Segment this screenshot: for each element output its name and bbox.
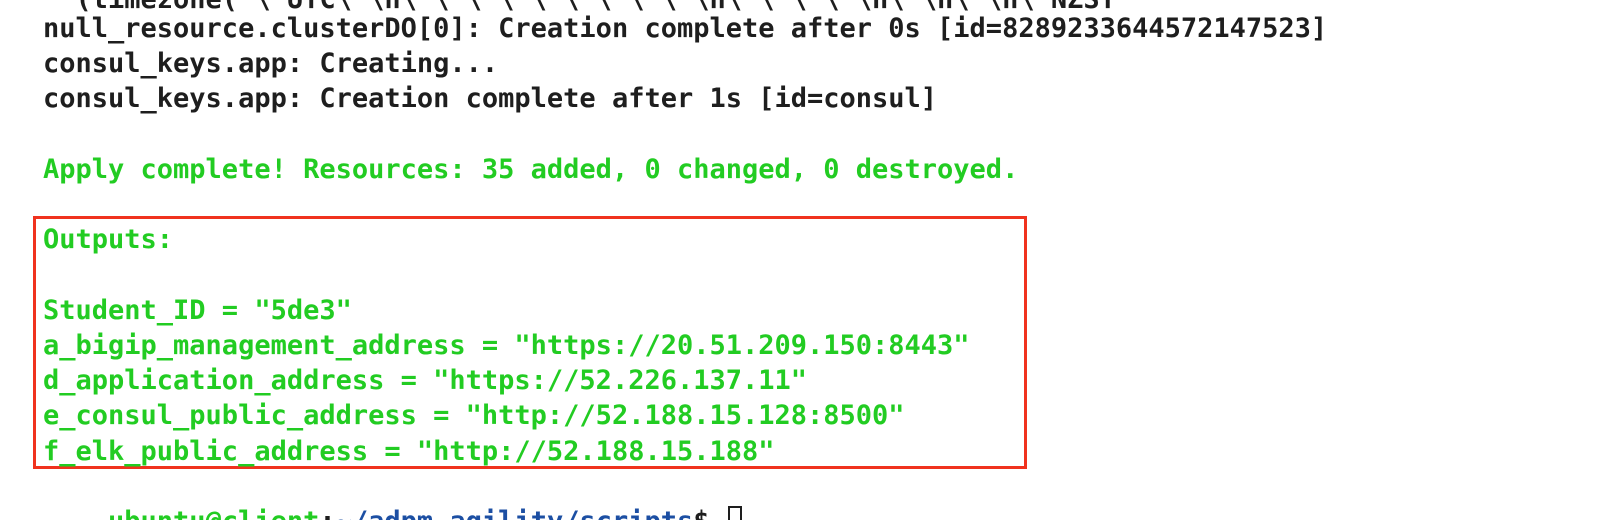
terminal-line-consul-creating: consul_keys.app: Creating... — [43, 48, 499, 79]
prompt-separator: : — [319, 506, 335, 520]
output-consul-public-address: e_consul_public_address = "http://52.188… — [43, 400, 905, 431]
terminal-line-null-resource: null_resource.clusterDO[0]: Creation com… — [43, 13, 1328, 44]
output-student-id: Student_ID = "5de3" — [43, 295, 352, 326]
output-application-address: d_application_address = "https://52.226.… — [43, 365, 808, 396]
shell-prompt[interactable]: ubuntu@client:~/adpm-agility/scripts$ — [43, 469, 742, 520]
terminal-window[interactable]: (timezone("\"UTC\"\n\"\"\"\"\"\"\"\"\"\n… — [0, 0, 1600, 520]
prompt-symbol: $ — [693, 506, 726, 520]
prompt-path: ~/adpm-agility/scripts — [336, 506, 694, 520]
apply-complete-message: Apply complete! Resources: 35 added, 0 c… — [43, 154, 1019, 185]
output-elk-public-address: f_elk_public_address = "http://52.188.15… — [43, 436, 775, 467]
terminal-line-consul-complete: consul_keys.app: Creation complete after… — [43, 83, 938, 114]
output-bigip-management-address: a_bigip_management_address = "https://20… — [43, 330, 970, 361]
text-cursor[interactable] — [727, 506, 742, 520]
outputs-header: Outputs: — [43, 224, 174, 255]
prompt-user-host: ubuntu@client — [108, 506, 319, 520]
